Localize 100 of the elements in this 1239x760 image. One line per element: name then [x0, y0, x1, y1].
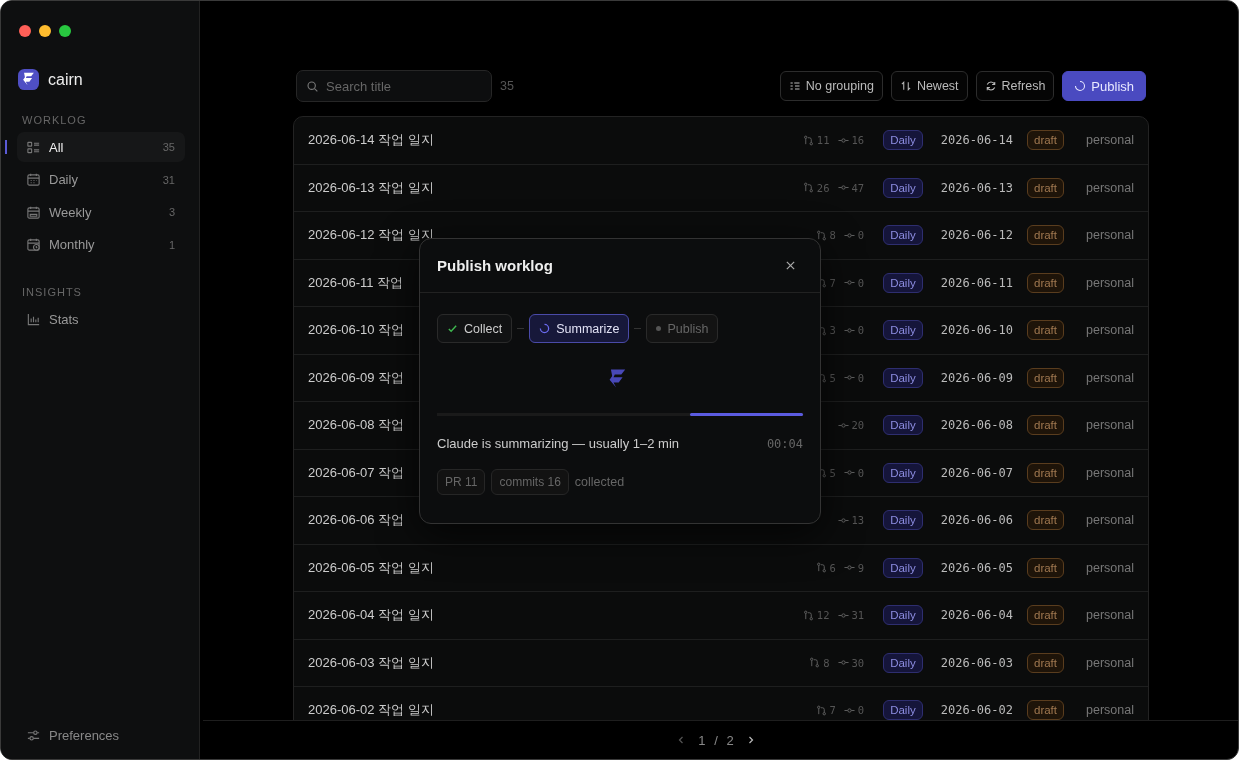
row-date: 2026-06-07 [940, 465, 1013, 480]
row-scope: personal [1085, 323, 1134, 338]
pr-count: 7 [829, 704, 836, 717]
status-badge: draft [1027, 225, 1064, 246]
row-scope: personal [1085, 418, 1134, 433]
row-title: 2026-06-11 작업 [308, 273, 404, 292]
worklog-row[interactable]: 2026-06-02 작업 일지 7 0 Daily 2026-06-02 draft personal [294, 687, 1148, 720]
type-badge: Daily [883, 320, 923, 341]
status-badge: draft [1027, 652, 1064, 673]
worklog-row[interactable]: 2026-06-14 작업 일지 11 16 Daily 2026-06-14 draft personal [294, 117, 1148, 165]
publish-button[interactable]: Publish [1062, 71, 1146, 101]
commit-count: 0 [857, 324, 865, 337]
row-date: 2026-06-04 [940, 608, 1013, 623]
collected-label: collected [574, 475, 625, 489]
row-date: 2026-06-05 [940, 560, 1013, 575]
row-title: 2026-06-12 작업 일지 [308, 226, 434, 245]
pr-count: 5 [829, 371, 836, 384]
row-title: 2026-06-09 작업 [308, 368, 405, 387]
commit-count: 20 [851, 419, 865, 432]
pull-request-icon [802, 182, 814, 194]
pull-request-icon [802, 609, 814, 621]
status-message: Claude is summarizing — usually 1–2 min [437, 436, 680, 451]
zoom-window-dot[interactable] [59, 25, 71, 37]
commit-count: 16 [851, 134, 865, 147]
status-badge: draft [1027, 557, 1064, 578]
dialog-title: Publish worklog [437, 257, 553, 274]
app-name: cairn [48, 70, 83, 89]
row-title: 2026-06-07 작업 [308, 463, 405, 482]
commit-count: 0 [857, 371, 865, 384]
row-title: 2026-06-06 작업 [308, 511, 405, 530]
pr-count: 7 [829, 276, 836, 289]
type-badge: Daily [883, 462, 923, 483]
status-badge: draft [1027, 510, 1064, 531]
type-badge: Daily [883, 605, 923, 626]
pull-request-icon [815, 704, 827, 716]
list-icon [26, 139, 41, 155]
section-heading: INSIGHTS [22, 286, 83, 298]
type-badge: Daily [883, 557, 923, 578]
worklog-row[interactable]: 2026-06-03 작업 일지 8 30 Daily 2026-06-03 draft personal [294, 639, 1148, 687]
minimize-window-dot[interactable] [39, 25, 51, 37]
nav-item[interactable]: Stats [17, 304, 185, 334]
commit-count: 0 [857, 466, 865, 479]
row-scope: personal [1085, 275, 1134, 290]
step-chip: Collect [437, 314, 513, 343]
page-indicator: 1 / 2 [698, 732, 734, 748]
commit-count: 9 [857, 561, 865, 574]
result-count: 35 [500, 79, 514, 93]
pr-count: 5 [829, 466, 836, 479]
nav-item[interactable]: Daily 31 [17, 164, 185, 195]
calendar-icon [26, 204, 41, 220]
row-scope: personal [1085, 133, 1134, 148]
pull-request-icon [802, 134, 814, 146]
pr-count: 6 [829, 561, 836, 574]
commit-count: 0 [857, 229, 865, 242]
row-title: 2026-06-02 작업 일지 [308, 701, 434, 720]
worklog-row[interactable]: 2026-06-13 작업 일지 26 47 Daily 2026-06-13 draft personal [294, 164, 1148, 212]
status-badge: draft [1027, 605, 1064, 626]
status-badge: draft [1027, 272, 1064, 293]
elapsed-time: 00:04 [766, 436, 803, 451]
refresh-button[interactable]: Refresh [975, 71, 1055, 101]
spinner-icon [1074, 80, 1087, 92]
type-badge: Daily [883, 700, 923, 720]
pull-request-icon [815, 229, 827, 241]
close-icon[interactable] [785, 260, 796, 271]
commit-count: 13 [851, 514, 865, 527]
status-badge: draft [1027, 415, 1064, 436]
status-badge: draft [1027, 462, 1064, 483]
status-badge: draft [1027, 130, 1064, 151]
pr-count: 8 [829, 229, 836, 242]
row-scope: personal [1085, 180, 1134, 195]
type-badge: Daily [883, 367, 923, 388]
type-badge: Daily [883, 652, 923, 673]
row-title: 2026-06-03 작업 일지 [308, 653, 434, 672]
nav-item[interactable]: Monthly 1 [17, 229, 185, 260]
row-title: 2026-06-08 작업 [308, 416, 405, 435]
pr-count: 26 [816, 181, 830, 194]
grouping-button[interactable]: No grouping [779, 71, 883, 101]
row-date: 2026-06-09 [940, 370, 1013, 385]
row-scope: personal [1085, 370, 1134, 385]
close-window-dot[interactable] [19, 25, 31, 37]
row-date: 2026-06-10 [940, 323, 1013, 338]
step-chip: Publish [646, 314, 719, 343]
status-badge: draft [1027, 700, 1064, 720]
status-badge: draft [1027, 177, 1064, 198]
row-scope: personal [1085, 703, 1134, 718]
commit-count: 47 [851, 181, 865, 194]
sort-button[interactable]: Newest [890, 71, 968, 101]
spinner-icon [539, 323, 551, 334]
commit-count: 0 [857, 276, 865, 289]
pr-count: 3 [829, 324, 836, 337]
status-badge: draft [1027, 367, 1064, 388]
commit-count: 31 [851, 609, 865, 622]
type-badge: Daily [883, 272, 923, 293]
search-field[interactable]: Search title [296, 70, 492, 102]
nav-item[interactable]: Weekly 3 [17, 197, 185, 227]
worklog-row[interactable]: 2026-06-05 작업 일지 6 9 Daily 2026-06-05 draft personal [294, 544, 1148, 592]
worklog-row[interactable]: 2026-06-04 작업 일지 12 31 Daily 2026-06-04 draft personal [294, 592, 1148, 640]
row-title: 2026-06-05 작업 일지 [308, 558, 434, 577]
row-date: 2026-06-08 [940, 418, 1013, 433]
preferences-link[interactable]: Preferences [17, 728, 185, 743]
